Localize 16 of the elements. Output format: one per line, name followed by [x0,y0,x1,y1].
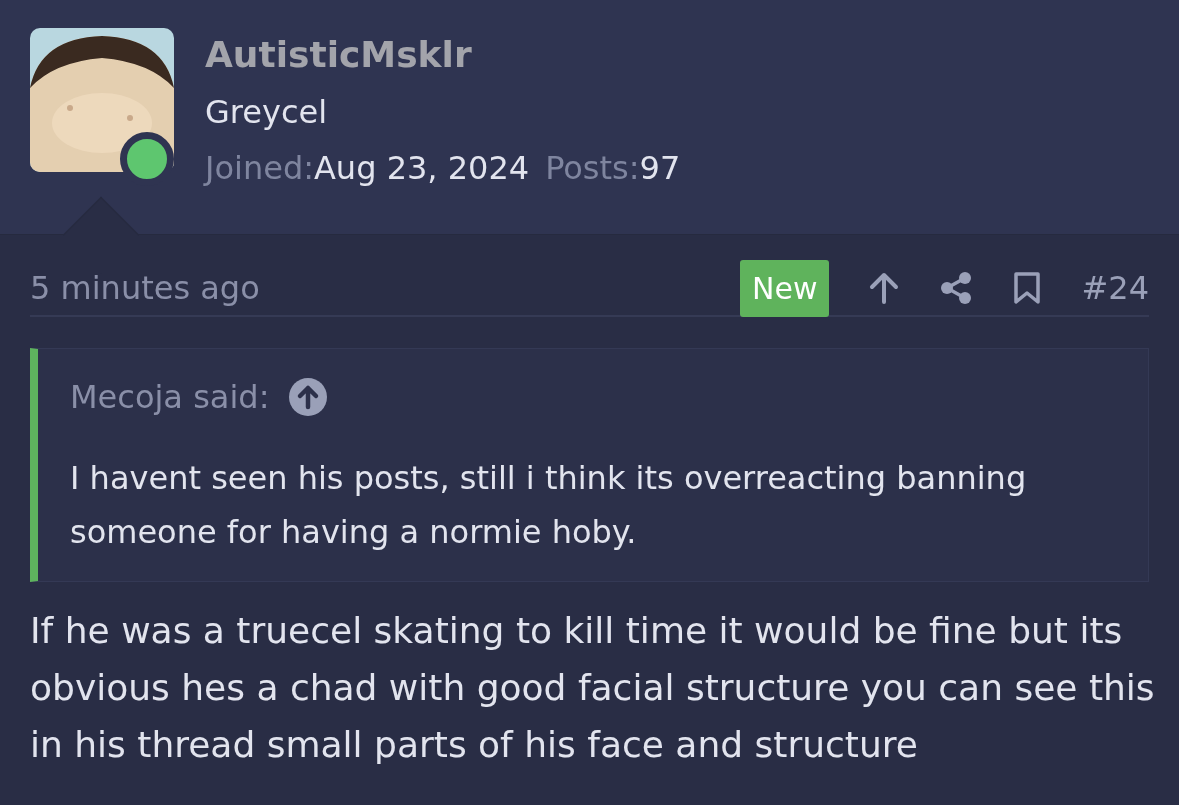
posts-count: 97 [639,148,681,188]
bookmark-icon[interactable] [1013,271,1042,305]
upvote-arrow-icon[interactable] [869,272,900,304]
username[interactable]: AutisticMsklr [205,28,681,82]
post-body-text: If he was a truecel skating to kill time it would be fine but its obvious hes a chad with good facial structure you can see this in his thread small parts of his face and structure [30,609,1155,767]
joined-date: Aug 23, 2024 [313,148,530,188]
joined-label: Joined: [205,148,314,188]
share-icon[interactable] [939,271,974,305]
up-arrow-circle-icon[interactable] [289,378,328,416]
post-time: 5 minutes ago [30,268,260,309]
posts-label: Posts: [545,148,640,188]
post-number[interactable]: #24 [1081,264,1149,312]
user-title: Greycel [205,92,329,132]
quote-author: Mecoja said: [70,377,270,418]
quote-text: I havent seen his posts, still i think its overreacting banning someone for having a normie hoby. [70,458,1028,553]
new-badge: New [740,259,830,317]
